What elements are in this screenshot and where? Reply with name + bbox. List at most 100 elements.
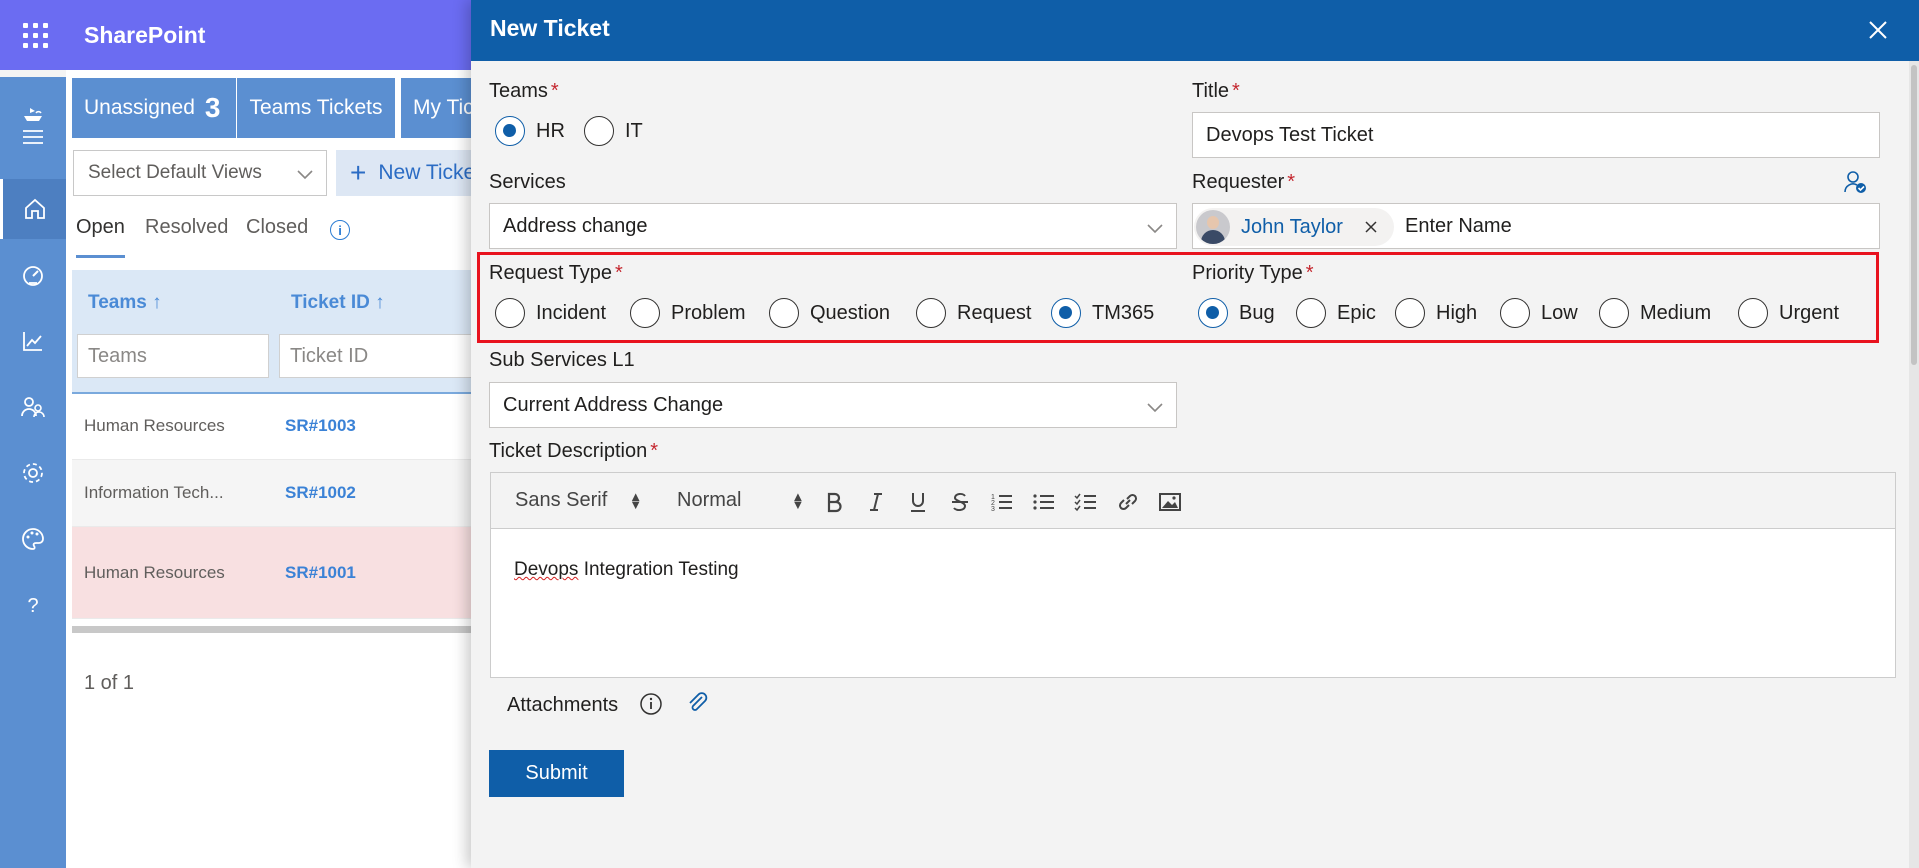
column-header-ticket-id[interactable]: Ticket ID ↑: [291, 292, 385, 314]
row-ticket-id[interactable]: SR#1002: [285, 483, 356, 503]
radio-circle[interactable]: [1500, 298, 1530, 328]
checklist-button[interactable]: [1073, 489, 1099, 515]
row-ticket-id[interactable]: SR#1001: [285, 563, 356, 583]
requester-search-input[interactable]: Enter Name: [1405, 215, 1512, 238]
radio-circle[interactable]: [916, 298, 946, 328]
pivot-closed[interactable]: Closed: [246, 216, 308, 239]
paperclip-icon[interactable]: [686, 691, 710, 715]
italic-button[interactable]: [863, 489, 889, 515]
radio-circle[interactable]: [1395, 298, 1425, 328]
panel-scrollbar[interactable]: [1909, 61, 1919, 868]
row-team: Information Tech...: [84, 483, 224, 502]
radio-circle[interactable]: [630, 298, 660, 328]
radio-label: Epic: [1337, 301, 1376, 324]
rail-settings[interactable]: [0, 443, 66, 503]
font-family-select[interactable]: Sans Serif ▲ ▼: [515, 489, 642, 512]
request-type-incident[interactable]: Incident: [495, 298, 606, 328]
tab-unassigned[interactable]: Unassigned 3: [72, 78, 236, 138]
column-header-teams[interactable]: Teams ↑: [88, 292, 162, 314]
ordered-list-button[interactable]: 123: [989, 489, 1015, 515]
description-editor[interactable]: Devops Integration Testing: [490, 528, 1896, 678]
svg-text:?: ?: [27, 595, 38, 617]
title-input[interactable]: Devops Test Ticket: [1192, 112, 1880, 158]
info-icon[interactable]: i: [330, 220, 350, 240]
filter-teams-input[interactable]: Teams: [77, 334, 269, 378]
image-button[interactable]: [1157, 489, 1183, 515]
underline-icon: [911, 493, 925, 512]
updown-icon: ▲ ▼: [791, 488, 805, 512]
table-row[interactable]: Information Tech... SR#1002: [72, 460, 486, 527]
priority-bug[interactable]: Bug: [1198, 298, 1275, 328]
priority-medium[interactable]: Medium: [1599, 298, 1711, 328]
requester-label: Requester *: [1192, 171, 1296, 193]
priority-urgent[interactable]: Urgent: [1738, 298, 1839, 328]
radio-circle[interactable]: [495, 116, 525, 146]
bold-button[interactable]: [821, 489, 847, 515]
team-radio-hr[interactable]: HR: [495, 116, 565, 146]
priority-low[interactable]: Low: [1500, 298, 1578, 328]
request-type-label: Request Type *: [489, 262, 623, 284]
rail-theme[interactable]: [0, 509, 66, 569]
sub-services-label: Sub Services L1: [489, 349, 635, 371]
radio-circle[interactable]: [769, 298, 799, 328]
radio-circle[interactable]: [1296, 298, 1326, 328]
radio-circle[interactable]: [1738, 298, 1768, 328]
radio-label: Question: [810, 301, 891, 324]
radio-circle[interactable]: [584, 116, 614, 146]
close-icon[interactable]: [1863, 15, 1893, 45]
radio-circle[interactable]: [1051, 298, 1081, 328]
request-type-tm365[interactable]: TM365: [1051, 298, 1154, 328]
app-launcher-button[interactable]: [0, 0, 70, 70]
remove-person-icon[interactable]: [1363, 219, 1379, 235]
request-type-question[interactable]: Question: [769, 298, 890, 328]
rail-reports[interactable]: [0, 311, 66, 371]
rail-dashboard[interactable]: [0, 245, 66, 305]
priority-epic[interactable]: Epic: [1296, 298, 1376, 328]
radio-circle[interactable]: [1599, 298, 1629, 328]
attachments-label: Attachments: [507, 694, 619, 716]
grid-header: Teams ↑ Ticket ID ↑ Teams Ticket ID: [72, 270, 486, 394]
row-team: Human Resources: [84, 416, 225, 435]
radio-circle[interactable]: [1198, 298, 1228, 328]
radio-circle[interactable]: [495, 298, 525, 328]
left-rail: ?: [0, 77, 66, 868]
person-check-icon[interactable]: [1842, 169, 1868, 195]
pivot-resolved[interactable]: Resolved: [145, 216, 228, 239]
row-ticket-id[interactable]: SR#1003: [285, 416, 356, 436]
tab-unassigned-label: Unassigned: [84, 96, 195, 119]
menu-button[interactable]: [0, 117, 66, 157]
suite-title[interactable]: SharePoint: [84, 22, 205, 49]
bullet-list-button[interactable]: [1031, 489, 1057, 515]
request-type-problem[interactable]: Problem: [630, 298, 745, 328]
requester-persona[interactable]: John Taylor: [1194, 208, 1394, 246]
font-size-select[interactable]: Normal ▲ ▼: [677, 489, 804, 512]
rail-people[interactable]: [0, 377, 66, 437]
sub-services-dropdown[interactable]: Current Address Change: [489, 382, 1177, 428]
link-button[interactable]: [1115, 489, 1141, 515]
grid-horizontal-scrollbar[interactable]: [72, 626, 486, 633]
submit-button[interactable]: Submit: [489, 750, 624, 797]
request-type-request[interactable]: Request: [916, 298, 1032, 328]
pivot-open[interactable]: Open: [76, 216, 125, 258]
underline-button[interactable]: [905, 489, 931, 515]
rail-home[interactable]: [0, 179, 66, 239]
home-icon: [24, 198, 45, 219]
new-ticket-button[interactable]: + New Ticket: [336, 150, 476, 196]
strikethrough-button[interactable]: [947, 489, 973, 515]
views-select[interactable]: Select Default Views: [73, 150, 327, 196]
filter-ticket-id-input[interactable]: Ticket ID: [279, 334, 486, 378]
table-row[interactable]: Human Resources SR#1001: [72, 527, 486, 619]
panel-title: New Ticket: [490, 15, 610, 41]
chevron-down-icon: [297, 170, 313, 180]
table-row[interactable]: Human Resources SR#1003: [72, 393, 486, 460]
rail-help[interactable]: ?: [0, 575, 66, 635]
priority-high[interactable]: High: [1395, 298, 1477, 328]
sub-services-value: Current Address Change: [503, 393, 724, 416]
tab-teams-tickets[interactable]: Teams Tickets: [237, 78, 395, 138]
services-dropdown[interactable]: Address change: [489, 203, 1177, 249]
editor-text: Devops Integration Testing: [514, 559, 739, 580]
team-radio-it-label: IT: [625, 119, 643, 142]
bullet-list-icon: [1033, 494, 1054, 510]
info-icon[interactable]: [639, 692, 663, 716]
team-radio-it[interactable]: IT: [584, 116, 643, 146]
